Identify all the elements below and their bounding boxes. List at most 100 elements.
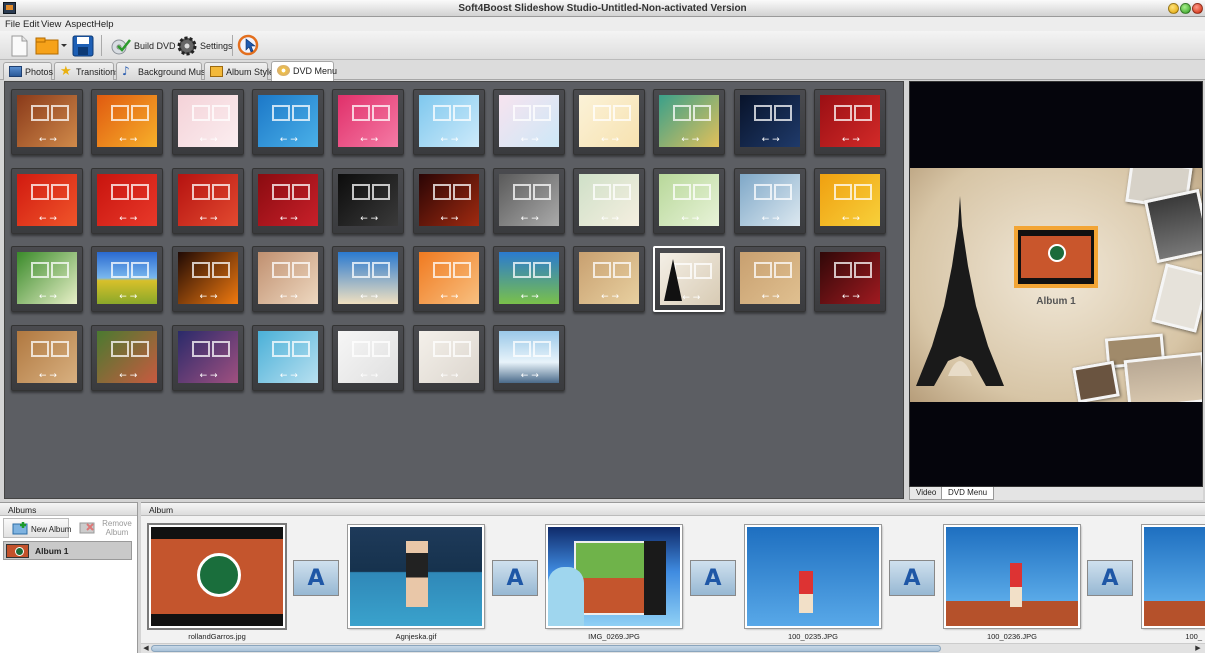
build-dvd-button[interactable]: Build DVD [109, 33, 176, 58]
dvd-menu-template[interactable]: ← → [492, 89, 565, 155]
template-arrows: ← → [520, 135, 539, 145]
dvd-menu-template[interactable]: ← → [251, 324, 324, 391]
dvd-menu-template[interactable]: ← → [11, 89, 83, 155]
template-frame [432, 105, 451, 121]
dvd-menu-template[interactable]: ← → [733, 246, 806, 312]
photo-thumb[interactable] [546, 525, 682, 628]
menu-help[interactable]: Help [94, 19, 114, 30]
tab-dvd-menu[interactable]: DVD Menu [271, 61, 337, 81]
build-dvd-icon [111, 39, 131, 55]
dvd-menu-template[interactable]: ← → [11, 246, 83, 312]
dvd-menu-template[interactable]: ← → [11, 167, 83, 234]
dvd-menu-template[interactable]: ← → [171, 89, 244, 155]
photo-label: rollandGarros.jpg [188, 632, 246, 641]
maximize-button[interactable] [1180, 3, 1191, 14]
dvd-menu-template[interactable]: ← → [91, 246, 164, 312]
tab-background-music[interactable]: ♪ Background Music [116, 62, 212, 80]
album-list-item[interactable]: Album 1 [3, 541, 132, 560]
transition-thumb[interactable]: A [1087, 560, 1133, 596]
menu-album-frame[interactable] [1014, 226, 1098, 288]
dvd-menu-template[interactable]: ← → [251, 167, 324, 234]
dvd-menu-template[interactable]: ← → [412, 167, 485, 234]
transition-thumb[interactable]: A [293, 560, 339, 596]
photo-thumb[interactable] [348, 525, 484, 628]
menu-aspect[interactable]: Aspect [65, 19, 94, 30]
dvd-menu-template[interactable]: ← → [412, 246, 485, 312]
dvd-menu-template[interactable]: ← → [733, 89, 806, 155]
tab-video[interactable]: Video [909, 487, 944, 500]
window-title: Soft4Boost Slideshow Studio-Untitled-Non… [458, 3, 747, 14]
template-frame [191, 340, 210, 357]
menu-view[interactable]: View [41, 19, 61, 30]
album-panel-header: Album [141, 503, 1205, 516]
dvd-menu-template[interactable]: ← → [332, 324, 405, 391]
template-frame [452, 183, 471, 200]
dvd-menu-template[interactable]: ← → [91, 324, 164, 391]
template-frame [593, 262, 612, 278]
dvd-menu-template[interactable]: ← → [733, 167, 806, 234]
transition-thumb[interactable]: A [492, 560, 538, 596]
photo-label: 100_ [1185, 632, 1202, 641]
dvd-menu-template[interactable]: ← → [814, 89, 886, 155]
dvd-menu-template[interactable]: ← → [171, 324, 244, 391]
dvd-menu-template[interactable]: ← → [492, 246, 565, 312]
minimize-button[interactable] [1168, 3, 1179, 14]
transition-thumb[interactable]: A [690, 560, 736, 596]
scroll-left-arrow-icon[interactable]: ◀ [141, 644, 151, 653]
settings-button[interactable]: Settings [176, 33, 233, 58]
template-frame [834, 262, 852, 278]
photo-thumb[interactable] [1142, 525, 1205, 628]
dvd-menu-template[interactable]: ← → [171, 167, 244, 234]
dvd-menu-template[interactable]: ← → [91, 89, 164, 155]
menu-file[interactable]: File [5, 19, 20, 30]
save-button[interactable] [72, 33, 94, 58]
dvd-menu-template[interactable]: ← → [653, 246, 726, 312]
dvd-menu-template[interactable]: ← → [332, 89, 405, 155]
remove-album-button[interactable]: Remove Album [71, 518, 137, 538]
dvd-menu-template[interactable]: ← → [332, 167, 405, 234]
photo-thumb[interactable] [944, 525, 1080, 628]
dvd-menu-template[interactable]: ← → [814, 246, 886, 312]
dvd-menu-template[interactable]: ← → [91, 167, 164, 234]
template-preview-image: ← → [659, 95, 720, 147]
dvd-menu-template[interactable]: ← → [814, 167, 886, 234]
close-button[interactable] [1192, 3, 1203, 14]
photo-thumb[interactable] [745, 525, 881, 628]
dvd-menu-template[interactable]: ← → [492, 167, 565, 234]
dvd-menu-template[interactable]: ← → [573, 89, 646, 155]
album-scrollbar[interactable]: ◀ ▶ [141, 643, 1205, 653]
menu-edit[interactable]: Edit [23, 19, 39, 30]
dvd-menu-template[interactable]: ← → [412, 324, 485, 391]
new-project-button[interactable] [8, 33, 30, 58]
dvd-menu-template[interactable]: ← → [251, 89, 324, 155]
template-preview-image: ← → [660, 253, 721, 305]
template-preview-image: ← → [177, 252, 238, 304]
transition-thumb[interactable]: A [889, 560, 935, 596]
open-project-button[interactable] [34, 33, 68, 58]
dvd-menu-template[interactable]: ← → [573, 167, 646, 234]
dvd-menu-template[interactable]: ← → [332, 246, 405, 312]
scroll-right-arrow-icon[interactable]: ▶ [1193, 644, 1203, 653]
dvd-menu-template[interactable]: ← → [653, 167, 726, 234]
new-document-icon [11, 35, 28, 57]
dvd-menu-template[interactable]: ← → [412, 89, 485, 155]
tab-album-style[interactable]: Album Style [204, 62, 274, 80]
albums-panel: Albums New Album Remove Album Album 1 [0, 502, 138, 653]
dvd-menu-template[interactable]: ← → [11, 324, 83, 391]
preview-album-label: Album 1 [1036, 296, 1076, 307]
tab-preview-dvd-menu[interactable]: DVD Menu [941, 487, 995, 500]
photo-thumb[interactable] [149, 525, 285, 628]
dvd-menu-template[interactable]: ← → [573, 246, 646, 312]
template-frame [512, 105, 531, 121]
dvd-menu-template[interactable]: ← → [171, 246, 244, 312]
dvd-menu-template[interactable]: ← → [492, 324, 565, 391]
help-button[interactable] [237, 33, 259, 58]
new-album-button[interactable]: New Album [3, 518, 71, 538]
tab-photos[interactable]: Photos [3, 62, 53, 80]
template-frame [191, 262, 210, 278]
save-icon [72, 35, 94, 57]
dvd-menu-template[interactable]: ← → [251, 246, 324, 312]
dvd-menu-template[interactable]: ← → [653, 89, 726, 155]
tab-transitions[interactable]: ★ Transitions [54, 62, 120, 80]
scrollbar-thumb[interactable] [151, 645, 941, 652]
